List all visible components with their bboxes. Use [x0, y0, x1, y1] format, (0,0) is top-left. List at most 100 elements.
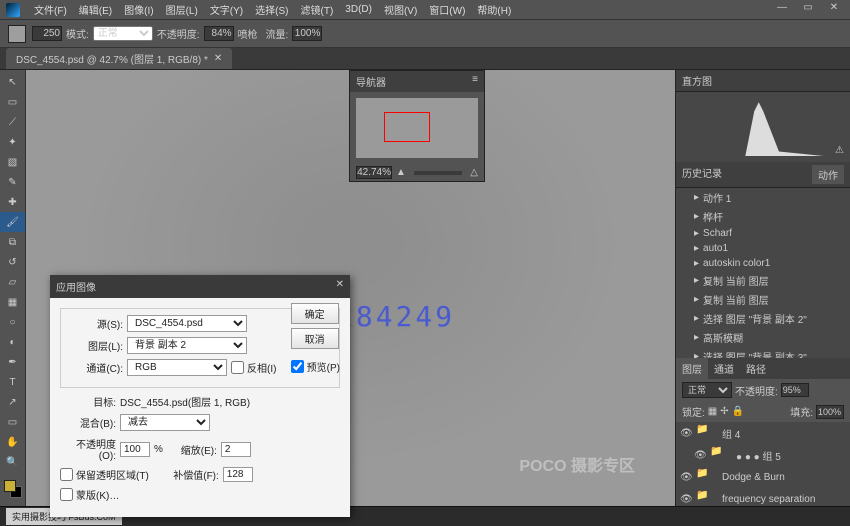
visibility-icon[interactable]: 👁 — [680, 428, 692, 439]
history-item[interactable]: ▸autoskin color1 — [676, 256, 850, 271]
menu-window[interactable]: 窗口(W) — [423, 2, 471, 17]
history-item[interactable]: ▸桦杆 — [676, 207, 850, 226]
zoom-input[interactable] — [356, 166, 392, 179]
eraser-tool[interactable]: ▱ — [0, 272, 25, 292]
shape-tool[interactable]: ▭ — [0, 412, 25, 432]
actions-tab[interactable]: 动作 — [812, 165, 844, 184]
channels-tab[interactable]: 通道 — [708, 358, 740, 379]
menu-layer[interactable]: 图层(L) — [160, 2, 204, 17]
blur-tool[interactable]: ○ — [0, 312, 25, 332]
zoom-slider[interactable] — [414, 171, 462, 175]
ok-button[interactable]: 确定 — [291, 303, 339, 324]
visibility-icon[interactable]: 👁 — [680, 472, 692, 483]
history-item[interactable]: ▸复制 当前 图层 — [676, 271, 850, 290]
marquee-tool[interactable]: ▭ — [0, 92, 25, 112]
layer-list[interactable]: 👁📁组 4👁📁● ● ● 组 5👁📁Dodge & Burn👁📁frequenc… — [676, 422, 850, 506]
menu-image[interactable]: 图像(I) — [118, 2, 159, 17]
layer-fill-input[interactable] — [816, 405, 844, 419]
menu-filter[interactable]: 滤镜(T) — [295, 2, 340, 17]
layer-opacity-input[interactable] — [781, 383, 809, 397]
layer-row[interactable]: 👁📁● ● ● 组 5 — [676, 444, 850, 466]
path-tool[interactable]: ↗ — [0, 392, 25, 412]
document-tab[interactable]: DSC_4554.psd @ 42.7% (图层 1, RGB/8) * ✕ — [6, 48, 232, 69]
lock-pixels-icon[interactable]: ▦ — [708, 406, 717, 417]
source-select[interactable]: DSC_4554.psd — [127, 315, 247, 332]
history-tab[interactable]: 历史记录 — [682, 165, 722, 184]
zoom-out-icon[interactable]: ▲ — [396, 167, 406, 178]
healing-tool[interactable]: ✚ — [0, 192, 25, 212]
zoom-tool[interactable]: 🔍 — [0, 452, 25, 472]
mode-label: 模式: — [66, 26, 89, 41]
panel-menu-icon[interactable]: ≡ — [472, 74, 478, 89]
history-item[interactable]: ▸高斯模糊 — [676, 328, 850, 347]
fg-color[interactable] — [4, 480, 16, 492]
preserve-checkbox[interactable] — [60, 468, 73, 481]
menu-view[interactable]: 视图(V) — [378, 2, 423, 17]
dlg-opacity-input[interactable] — [120, 442, 150, 457]
eyedropper-tool[interactable]: ✎ — [0, 172, 25, 192]
history-brush-tool[interactable]: ↺ — [0, 252, 25, 272]
stamp-tool[interactable]: ⧉ — [0, 232, 25, 252]
wand-tool[interactable]: ✦ — [0, 132, 25, 152]
lasso-tool[interactable]: ⟋ — [0, 112, 25, 132]
blend-mode-select[interactable]: 正常 — [93, 26, 153, 41]
layer-row[interactable]: 👁📁组 4 — [676, 422, 850, 444]
invert-checkbox[interactable] — [231, 361, 244, 374]
mask-checkbox[interactable] — [60, 488, 73, 501]
brush-size-input[interactable] — [32, 26, 62, 41]
layers-tab[interactable]: 图层 — [676, 358, 708, 379]
brush-preset-icon[interactable] — [8, 25, 26, 43]
menu-text[interactable]: 文字(Y) — [204, 2, 249, 17]
menu-3d[interactable]: 3D(D) — [339, 4, 378, 15]
watermark-text: 284249 — [336, 300, 455, 333]
move-tool[interactable]: ↖ — [0, 72, 25, 92]
dialog-close-icon[interactable]: ✕ — [336, 279, 344, 294]
airbrush-toggle[interactable]: 喷枪 — [238, 26, 258, 41]
pen-tool[interactable]: ✒ — [0, 352, 25, 372]
history-item[interactable]: ▸复制 当前 图层 — [676, 290, 850, 309]
history-item[interactable]: ▸auto1 — [676, 241, 850, 256]
color-swatches[interactable] — [0, 478, 25, 502]
menu-edit[interactable]: 编辑(E) — [73, 2, 118, 17]
history-item[interactable]: ▸Scharf — [676, 226, 850, 241]
opacity-input[interactable] — [204, 26, 234, 41]
lock-all-icon[interactable]: 🔒 — [732, 406, 744, 417]
channel-select[interactable]: RGB — [127, 359, 227, 376]
paths-tab[interactable]: 路径 — [740, 358, 772, 379]
text-tool[interactable]: T — [0, 372, 25, 392]
brush-tool[interactable]: 🖌 — [0, 212, 25, 232]
lock-position-icon[interactable]: ✢ — [720, 406, 728, 417]
offset-input[interactable] — [223, 467, 253, 482]
crop-tool[interactable]: ▧ — [0, 152, 25, 172]
layer-row[interactable]: 👁📁frequency separation — [676, 488, 850, 506]
layer-row[interactable]: 👁📁Dodge & Burn — [676, 466, 850, 488]
flow-input[interactable] — [292, 26, 322, 41]
scale-input[interactable] — [221, 442, 251, 457]
preview-label: 预览(P) — [307, 359, 340, 374]
toolbox: ↖ ▭ ⟋ ✦ ▧ ✎ ✚ 🖌 ⧉ ↺ ▱ ▦ ○ ◐ ✒ T ↗ ▭ ✋ 🔍 — [0, 70, 26, 506]
history-item[interactable]: ▸选择 图层 "背景 副本 3" — [676, 347, 850, 358]
gradient-tool[interactable]: ▦ — [0, 292, 25, 312]
menu-help[interactable]: 帮助(H) — [471, 2, 517, 17]
preview-checkbox[interactable] — [291, 360, 304, 373]
visibility-icon[interactable]: 👁 — [680, 494, 692, 505]
visibility-icon[interactable]: 👁 — [694, 450, 706, 461]
cancel-button[interactable]: 取消 — [291, 328, 339, 349]
dodge-tool[interactable]: ◐ — [0, 332, 25, 352]
layer-blend-select[interactable]: 正常 — [682, 382, 732, 398]
hand-tool[interactable]: ✋ — [0, 432, 25, 452]
zoom-in-icon[interactable]: △ — [470, 167, 478, 178]
history-item[interactable]: ▸动作 1 — [676, 188, 850, 207]
menu-file[interactable]: 文件(F) — [28, 2, 73, 17]
maximize-icon[interactable]: ▭ — [796, 2, 820, 16]
history-item[interactable]: ▸选择 图层 "背景 副本 2" — [676, 309, 850, 328]
blend-select[interactable]: 减去 — [120, 414, 210, 431]
play-icon: ▸ — [694, 294, 699, 305]
menu-select[interactable]: 选择(S) — [249, 2, 294, 17]
close-icon[interactable]: ✕ — [822, 2, 846, 16]
navigator-preview[interactable] — [356, 98, 478, 158]
warning-icon[interactable]: ⚠ — [835, 145, 844, 156]
layer-select[interactable]: 背景 副本 2 — [127, 337, 247, 354]
tab-close-icon[interactable]: ✕ — [214, 53, 222, 64]
minimize-icon[interactable]: — — [770, 2, 794, 16]
